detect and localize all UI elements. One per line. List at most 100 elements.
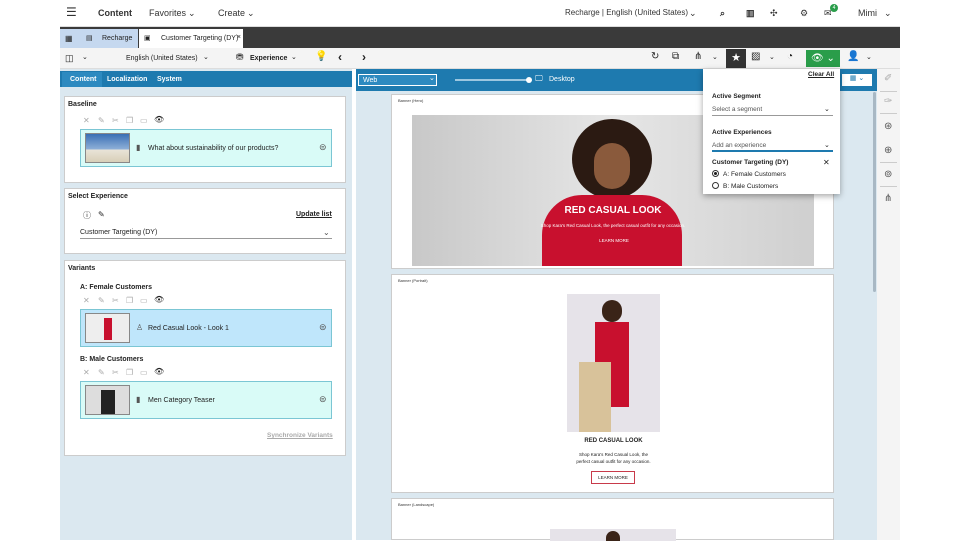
chevron-down-icon[interactable]: ⌄ — [824, 141, 830, 149]
document-icon: ▣ — [144, 35, 151, 42]
pencil-slash-icon[interactable]: ✑ — [884, 96, 892, 107]
hamburger-icon[interactable]: ☰ — [66, 5, 77, 19]
chevron-down-icon[interactable]: ⌄ — [203, 53, 209, 61]
baseline-item[interactable]: ▮ What about sustainability of our produ… — [80, 129, 332, 167]
star-button[interactable]: ★ — [726, 49, 746, 68]
preview-toggle[interactable]: 👁 ⌄ — [806, 50, 840, 67]
info-icon[interactable]: ⓘ — [83, 210, 91, 221]
globe-check-icon[interactable]: ⊚ — [884, 169, 892, 180]
chevron-down-icon[interactable]: ⌄ — [769, 53, 775, 61]
zoom-slider-handle[interactable] — [526, 77, 532, 83]
locale-selector[interactable]: English (United States) — [126, 55, 198, 62]
history-icon[interactable]: ◔ — [787, 51, 793, 62]
targeting-icon[interactable]: ⊜ — [319, 142, 327, 153]
zoom-slider-track[interactable] — [455, 79, 529, 81]
reload-icon[interactable]: ↻ — [651, 51, 659, 62]
option-a-label[interactable]: A: Female Customers — [723, 171, 786, 178]
share-icon[interactable]: ⋔ — [694, 51, 702, 62]
tab-content[interactable]: Content — [70, 76, 96, 83]
clear-all-link[interactable]: Clear All — [808, 71, 834, 78]
search-icon[interactable]: ⌕ — [720, 8, 725, 19]
cut-icon[interactable]: ✂ — [112, 368, 119, 377]
paste-icon[interactable]: ▭ — [140, 368, 148, 377]
eye-icon[interactable]: 👁 — [154, 295, 164, 304]
copy-icon[interactable]: ❐ — [126, 116, 133, 125]
chevron-down-icon[interactable]: ⌄ — [824, 105, 830, 113]
eye-icon[interactable]: 👁 — [154, 115, 164, 124]
globe-icon[interactable]: ⊕ — [884, 145, 892, 156]
chevron-down-icon[interactable]: ⌄ — [291, 53, 297, 61]
device-label[interactable]: Desktop — [549, 76, 575, 83]
edit-icon[interactable]: ✎ — [98, 210, 105, 219]
edit-icon[interactable]: ✎ — [98, 368, 105, 377]
remove-icon[interactable]: ✕ — [83, 116, 90, 125]
radio-b[interactable] — [712, 182, 719, 189]
radio-a[interactable] — [712, 170, 719, 177]
edit-icon[interactable]: ✎ — [98, 116, 105, 125]
tab-localization[interactable]: Localization — [107, 76, 147, 83]
paste-icon[interactable]: ▭ — [140, 296, 148, 305]
segment-select[interactable]: Select a segment — [712, 106, 833, 116]
image-compare-icon[interactable]: ▨ — [751, 51, 760, 62]
layout-icon[interactable]: ◫ — [65, 53, 74, 64]
copy-icon[interactable]: ❐ — [126, 368, 133, 377]
open-external-icon[interactable]: ⧉ — [672, 51, 679, 62]
remove-icon[interactable]: ✕ — [83, 296, 90, 305]
cut-icon[interactable]: ✂ — [112, 296, 119, 305]
user-menu[interactable]: Mimi — [858, 8, 877, 18]
close-icon[interactable]: × — [237, 34, 241, 41]
copy-icon[interactable]: ❐ — [126, 296, 133, 305]
targeting-icon[interactable]: ⊜ — [319, 322, 327, 333]
targeting-icon[interactable]: ⊜ — [319, 394, 327, 405]
collapse-left-icon[interactable]: ‹ — [338, 50, 342, 64]
settings-icon[interactable]: ⚙ — [800, 8, 808, 19]
share-icon[interactable]: ⋔ — [884, 193, 892, 204]
mode-selector[interactable]: Experience — [250, 55, 287, 62]
chevron-down-icon[interactable]: ⌄ — [247, 8, 255, 19]
chevron-down-icon[interactable]: ⌄ — [689, 8, 697, 19]
create-menu[interactable]: Create — [218, 8, 245, 18]
dashboard-tab[interactable]: ▦ — [60, 29, 80, 48]
cut-icon[interactable]: ✂ — [112, 116, 119, 125]
remove-icon[interactable]: ✕ — [83, 368, 90, 377]
chevron-down-icon[interactable]: ⌄ — [884, 8, 892, 19]
paste-icon[interactable]: ▭ — [140, 116, 148, 125]
chevron-down-icon[interactable]: ⌄ — [82, 53, 88, 61]
tab-system[interactable]: System — [157, 76, 182, 83]
chevron-down-icon[interactable]: ⌄ — [429, 74, 435, 82]
portrait-headline: RED CASUAL LOOK — [584, 438, 643, 444]
pencil-ruler-icon[interactable]: ✐ — [884, 73, 892, 84]
figure-shape — [104, 318, 112, 340]
banner-portrait[interactable]: Banner (Portrait) RED CASUAL LOOK Shop K… — [391, 274, 834, 493]
layout-toggle[interactable]: ▦ ⌄ — [842, 74, 872, 86]
option-b-label[interactable]: B: Male Customers — [723, 183, 778, 190]
channel-select[interactable]: Web — [358, 74, 437, 86]
chevron-down-icon[interactable]: ⌄ — [323, 228, 330, 237]
site-selector[interactable]: Recharge | English (United States) — [565, 8, 688, 17]
chevron-down-icon[interactable]: ⌄ — [866, 53, 872, 61]
variant-a-item[interactable]: ♙ Red Casual Look - Look 1 ⊜ — [80, 309, 332, 347]
portrait-learn-more-button[interactable]: LEARN MORE — [591, 471, 635, 484]
hero-learn-more-button[interactable]: LEARN MORE — [593, 235, 635, 247]
chevron-down-icon[interactable]: ⌄ — [712, 53, 718, 61]
lightbulb-icon[interactable]: 💡 — [315, 51, 327, 62]
library-icon[interactable]: ▥ — [746, 8, 755, 19]
synchronize-variants-link[interactable]: Synchronize Variants — [267, 432, 333, 439]
favorites-menu[interactable]: Favorites — [149, 8, 186, 18]
variant-b-item[interactable]: ▮ Men Category Teaser ⊜ — [80, 381, 332, 419]
close-icon[interactable]: ✕ — [823, 158, 830, 167]
tab-recharge[interactable]: ▤ Recharge — [80, 29, 138, 48]
experience-input[interactable]: Add an experience — [712, 142, 833, 152]
chevron-down-icon[interactable]: ⌄ — [188, 8, 196, 19]
update-list-link[interactable]: Update list — [296, 211, 332, 218]
persona-icon[interactable]: 👤 — [847, 51, 859, 62]
translate-icon[interactable]: ⊛ — [884, 121, 892, 132]
expand-right-icon[interactable]: › — [362, 50, 366, 64]
eye-icon[interactable]: 👁 — [154, 367, 164, 376]
banner-landscape[interactable]: Banner (Landscape) — [391, 498, 834, 541]
tab-customer-targeting[interactable]: ▣ Customer Targeting (DY) × — [139, 29, 243, 48]
experience-select[interactable]: Customer Targeting (DY) — [80, 229, 332, 239]
workflow-icon[interactable]: ✣ — [770, 8, 778, 19]
preview-scrollbar[interactable] — [873, 92, 876, 292]
edit-icon[interactable]: ✎ — [98, 296, 105, 305]
